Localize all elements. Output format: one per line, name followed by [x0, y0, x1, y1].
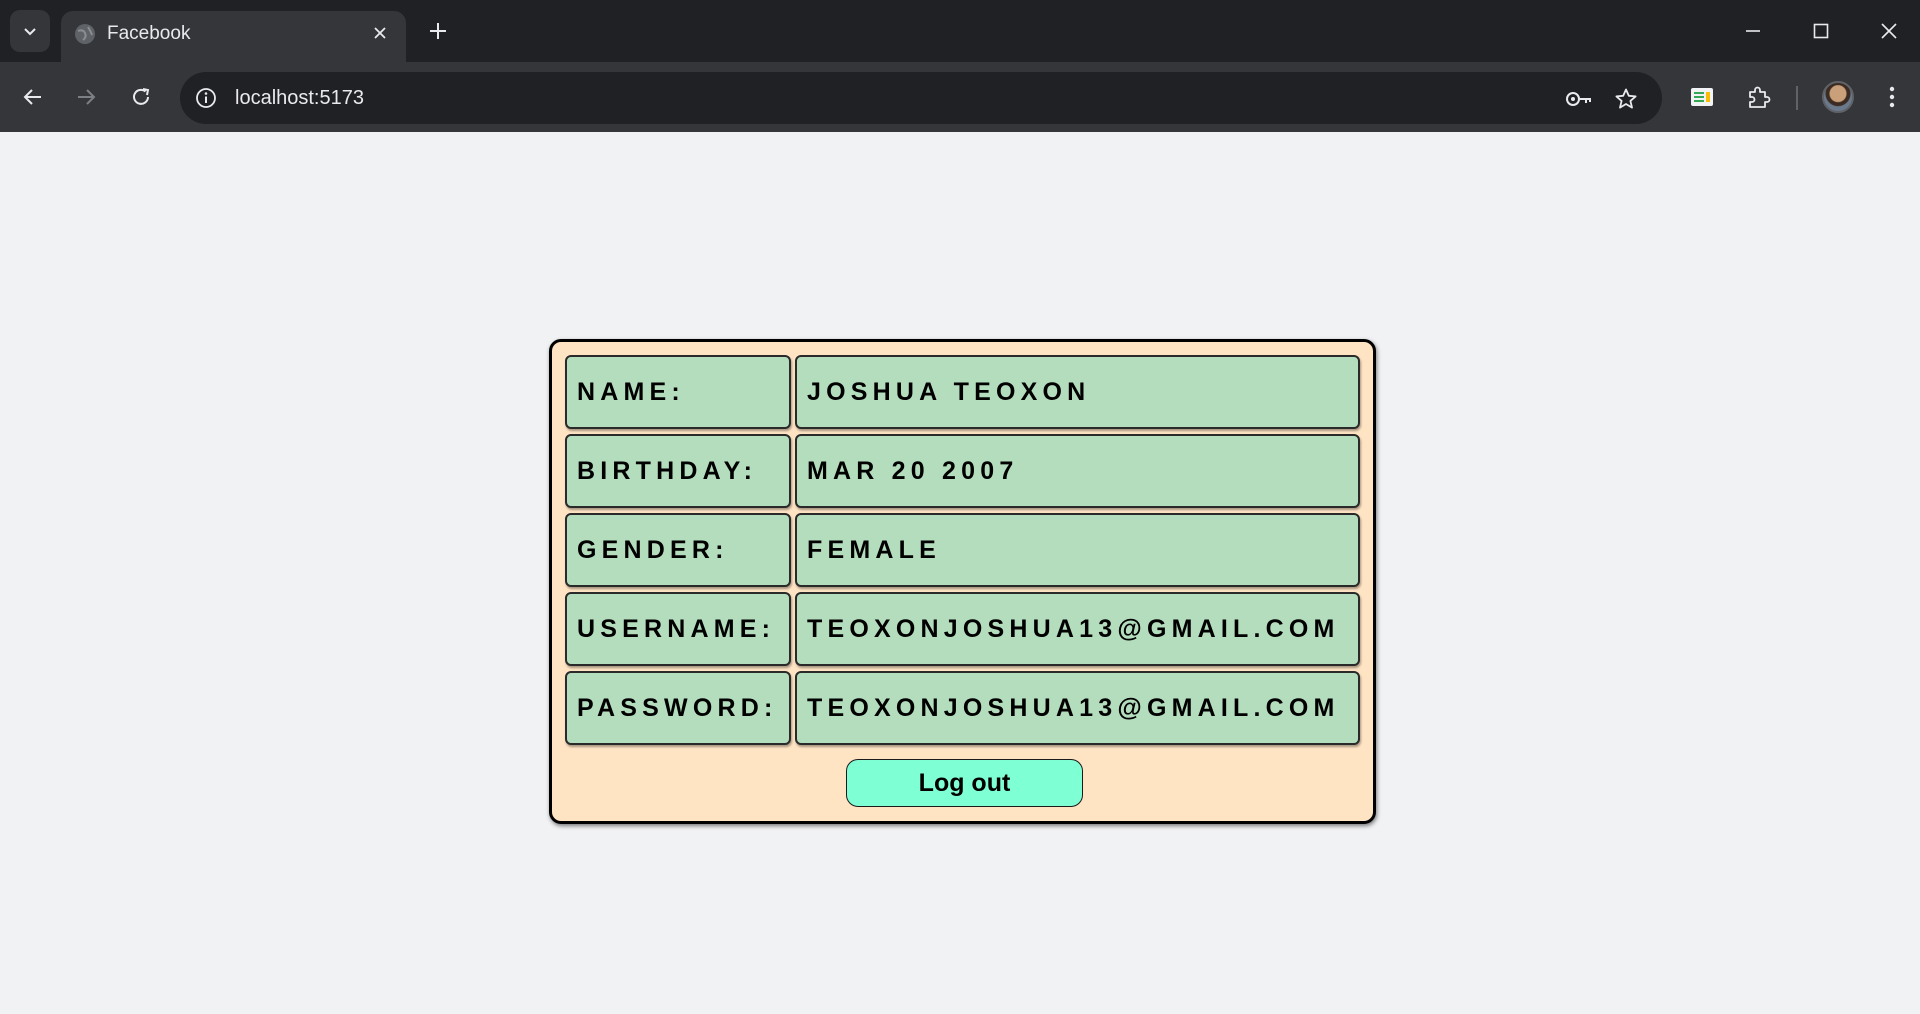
logout-button[interactable]: Log out	[846, 759, 1083, 807]
maximize-icon	[1813, 23, 1829, 39]
sheets-extension-icon	[1691, 88, 1713, 106]
close-window-icon	[1881, 23, 1897, 39]
field-label: PASSWORD:	[565, 671, 791, 745]
minimize-icon	[1746, 30, 1760, 32]
new-tab-button[interactable]	[424, 17, 452, 45]
tab-facebook[interactable]: Facebook	[61, 11, 406, 62]
field-value: JOSHUA TEOXON	[795, 355, 1360, 429]
key-icon	[1566, 92, 1591, 106]
field-value: TEOXONJOSHUA13@GMAIL.COM	[795, 671, 1360, 745]
avatar[interactable]	[1822, 81, 1854, 113]
forward-button[interactable]	[66, 77, 106, 117]
field-label: BIRTHDAY:	[565, 434, 791, 508]
toolbar-separator	[1796, 86, 1798, 110]
bookmark-button[interactable]	[1611, 84, 1641, 114]
reload-button[interactable]	[121, 77, 161, 117]
extensions-button[interactable]	[1738, 77, 1778, 117]
plus-icon	[430, 23, 446, 39]
password-manager-button[interactable]	[1564, 84, 1594, 114]
address-bar[interactable]: localhost:5173	[180, 72, 1662, 124]
minimize-button[interactable]	[1735, 13, 1771, 49]
tab-close-button[interactable]	[368, 21, 392, 45]
info-icon	[196, 88, 216, 108]
profile-card: NAME: JOSHUA TEOXON BIRTHDAY: MAR 20 200…	[549, 339, 1376, 824]
puzzle-icon	[1749, 86, 1771, 108]
browser-toolbar: localhost:5173	[0, 62, 1920, 132]
star-icon	[1615, 88, 1637, 109]
maximize-button[interactable]	[1803, 13, 1839, 49]
sheets-extension-button[interactable]	[1682, 77, 1722, 117]
field-value: MAR 20 2007	[795, 434, 1360, 508]
globe-icon	[75, 24, 95, 44]
kebab-menu-icon	[1889, 86, 1895, 108]
close-window-button[interactable]	[1871, 13, 1907, 49]
back-button[interactable]	[13, 77, 53, 117]
reload-icon	[133, 88, 150, 105]
back-arrow-icon	[23, 89, 41, 105]
field-value: TEOXONJOSHUA13@GMAIL.COM	[795, 592, 1360, 666]
forward-arrow-icon	[78, 89, 96, 105]
close-icon	[374, 27, 386, 39]
url-text: localhost:5173	[235, 87, 364, 109]
tab-strip: Facebook	[0, 0, 1920, 62]
tab-title: Facebook	[107, 23, 191, 44]
field-label: NAME:	[565, 355, 791, 429]
page-viewport: NAME: JOSHUA TEOXON BIRTHDAY: MAR 20 200…	[0, 132, 1920, 1014]
field-label: USERNAME:	[565, 592, 791, 666]
chevron-down-icon	[24, 28, 36, 36]
tab-search-button[interactable]	[10, 10, 50, 52]
browser-menu-button[interactable]	[1872, 77, 1912, 117]
field-label: GENDER:	[565, 513, 791, 587]
field-value: FEMALE	[795, 513, 1360, 587]
site-info-button[interactable]	[192, 84, 220, 112]
